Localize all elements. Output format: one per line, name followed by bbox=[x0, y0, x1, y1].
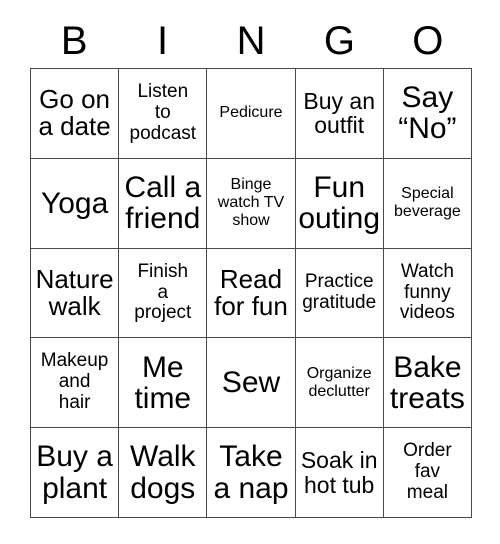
bingo-cell-label: Binge watch TV show bbox=[217, 175, 285, 230]
bingo-cell-r1c5[interactable]: Say “No” bbox=[383, 69, 472, 159]
bingo-cell-r5c2[interactable]: Walk dogs bbox=[119, 428, 208, 518]
bingo-cell-r1c1[interactable]: Go on a date bbox=[31, 69, 120, 159]
bingo-cell-label: Say “No” bbox=[398, 81, 457, 146]
bingo-cell-r5c4[interactable]: Soak in hot tub bbox=[295, 428, 384, 518]
bingo-cell-label: Finish a project bbox=[134, 260, 192, 324]
bingo-cell-r3c2[interactable]: Finish a project bbox=[119, 248, 208, 339]
bingo-cell-label: Makeup and hair bbox=[40, 350, 109, 414]
bingo-cell-r1c3[interactable]: Pedicure bbox=[207, 69, 296, 159]
bingo-cell-label: Bake treats bbox=[389, 350, 465, 415]
bingo-cell-label: Sew bbox=[221, 366, 281, 400]
header-letter-o: O bbox=[412, 19, 444, 63]
header-letter-i: I bbox=[157, 19, 169, 63]
bingo-cell-r5c5[interactable]: Order fav meal bbox=[383, 428, 472, 518]
bingo-cell-label: Yoga bbox=[40, 186, 109, 220]
bingo-cell-r4c3[interactable]: Sew bbox=[207, 338, 296, 429]
bingo-cell-r2c2[interactable]: Call a friend bbox=[119, 158, 208, 249]
bingo-cell-label: Watch funny videos bbox=[399, 260, 455, 324]
bingo-cell-label: Take a nap bbox=[213, 440, 289, 505]
bingo-cell-r2c5[interactable]: Special beverage bbox=[383, 158, 472, 249]
bingo-cell-r1c4[interactable]: Buy an outfit bbox=[295, 69, 384, 159]
bingo-cell-r5c1[interactable]: Buy a plant bbox=[31, 428, 120, 518]
bingo-cell-r2c4[interactable]: Fun outing bbox=[295, 158, 384, 249]
bingo-cell-r3c1[interactable]: Nature walk bbox=[31, 248, 120, 339]
bingo-grid: Go on a date Listen to podcast Pedicure Buy… bbox=[30, 68, 472, 518]
bingo-cell-r4c1[interactable]: Makeup and hair bbox=[31, 338, 120, 429]
bingo-cell-label: Buy an outfit bbox=[303, 88, 375, 139]
bingo-card: B I N G O Go on a date Listen to podcast P… bbox=[0, 0, 500, 544]
bingo-cell-r1c2[interactable]: Listen to podcast bbox=[119, 69, 208, 159]
bingo-cell-r4c5[interactable]: Bake treats bbox=[383, 338, 472, 429]
bingo-cell-label: Walk dogs bbox=[130, 440, 196, 505]
header-letter-g: G bbox=[323, 19, 355, 63]
bingo-cell-label: Call a friend bbox=[124, 171, 202, 236]
bingo-cell-label: Fun outing bbox=[298, 171, 381, 236]
bingo-cell-r2c1[interactable]: Yoga bbox=[31, 158, 120, 249]
bingo-cell-label: Listen to podcast bbox=[129, 81, 197, 144]
bingo-cell-r5c3[interactable]: Take a nap bbox=[207, 428, 296, 518]
bingo-cell-label: Nature walk bbox=[35, 263, 114, 321]
bingo-cell-r3c4[interactable]: Practice gratitude bbox=[295, 248, 384, 339]
bingo-cell-label: Buy a plant bbox=[36, 440, 113, 505]
header-letter-b: B bbox=[60, 19, 88, 63]
bingo-cell-r4c2[interactable]: Me time bbox=[119, 338, 208, 429]
bingo-cell-label: Soak in hot tub bbox=[300, 447, 378, 498]
bingo-header: B I N G O bbox=[30, 14, 472, 68]
bingo-cell-label: Read for fun bbox=[214, 263, 288, 321]
header-letter-n: N bbox=[236, 19, 266, 63]
bingo-cell-r4c4[interactable]: Organize declutter bbox=[295, 338, 384, 429]
bingo-cell-r2c3[interactable]: Binge watch TV show bbox=[207, 158, 296, 249]
bingo-cell-label: Pedicure bbox=[219, 104, 283, 122]
bingo-cell-label: Special beverage bbox=[394, 184, 461, 221]
bingo-cell-label: Order fav meal bbox=[403, 440, 452, 504]
bingo-cell-r3c5[interactable]: Watch funny videos bbox=[383, 248, 472, 339]
bingo-cell-label: Go on a date bbox=[38, 84, 111, 142]
bingo-cell-r3c3[interactable]: Read for fun bbox=[207, 248, 296, 339]
bingo-cell-label: Practice gratitude bbox=[302, 271, 377, 313]
bingo-cell-label: Organize declutter bbox=[306, 364, 372, 400]
bingo-cell-label: Me time bbox=[134, 350, 192, 415]
